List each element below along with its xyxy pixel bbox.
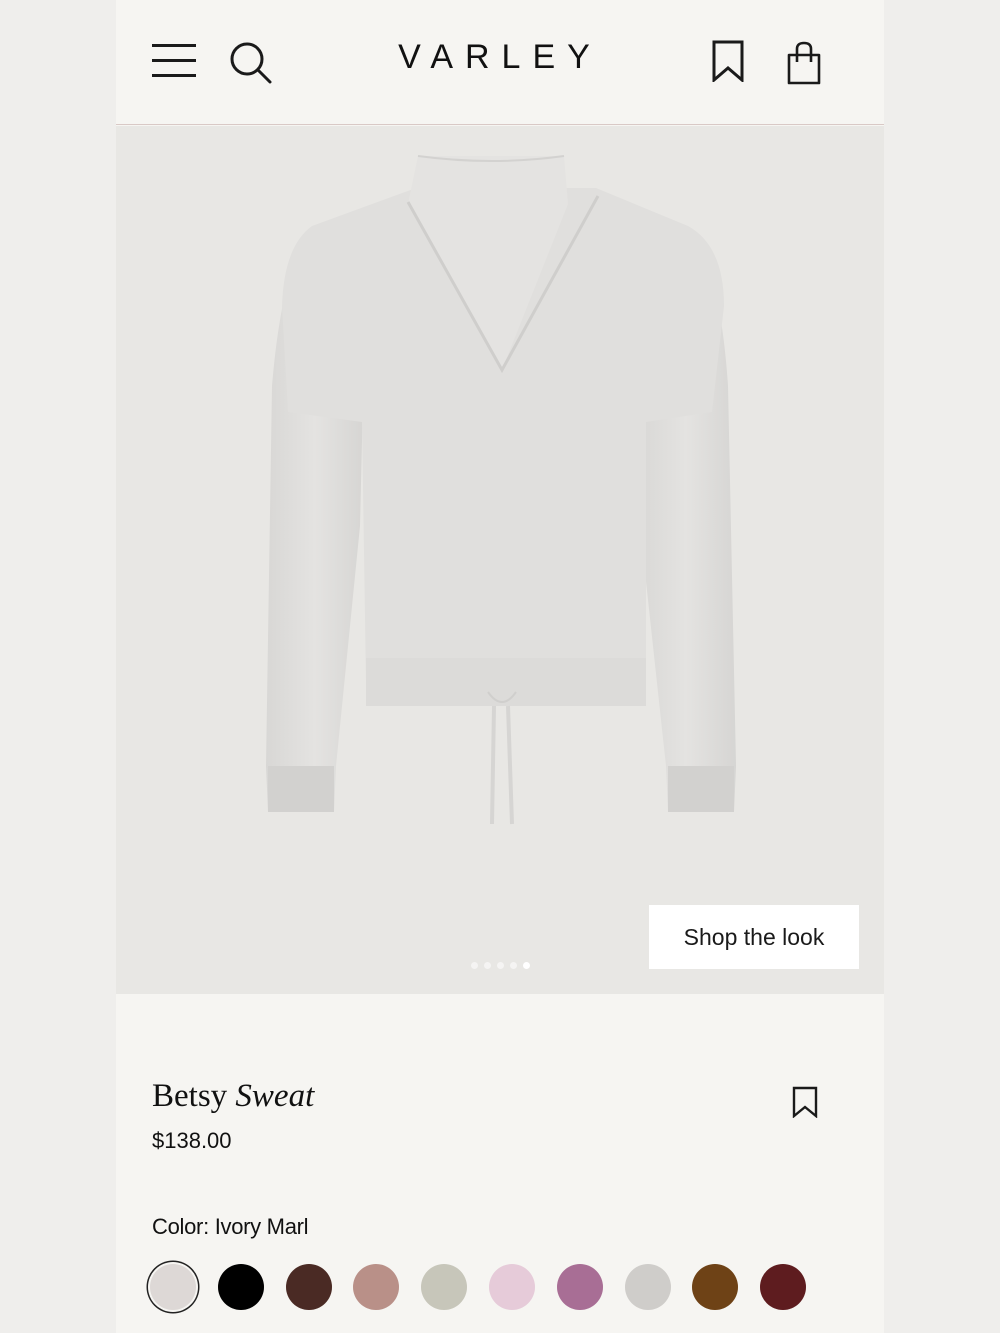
carousel-indicator (116, 962, 884, 969)
bookmark-icon[interactable] (712, 40, 744, 84)
carousel-dot-active[interactable] (522, 962, 530, 969)
color-swatch[interactable] (760, 1264, 807, 1310)
carousel-dot[interactable] (470, 962, 478, 969)
product-page: VARLEY Shop the look Betsy Sweat $138.00… (116, 0, 884, 1333)
color-swatch[interactable] (624, 1264, 671, 1310)
color-swatch[interactable] (217, 1264, 264, 1310)
carousel-dot[interactable] (509, 962, 517, 969)
color-swatch[interactable] (150, 1264, 196, 1310)
brand-logo[interactable]: VARLEY (116, 38, 884, 77)
shopping-bag-icon[interactable] (786, 40, 822, 86)
product-price: $138.00 (152, 1128, 232, 1153)
product-name-regular: Betsy (152, 1078, 228, 1114)
color-label: Color: Ivory Marl (152, 1214, 309, 1239)
carousel-dot[interactable] (496, 962, 504, 969)
color-swatch[interactable] (692, 1264, 739, 1310)
shop-the-look-button[interactable]: Shop the look (649, 905, 859, 969)
carousel-dot[interactable] (483, 962, 491, 969)
save-bookmark-icon[interactable] (792, 1086, 818, 1119)
product-name-italic: Sweat (235, 1078, 315, 1114)
product-info: Betsy Sweat $138.00 Color: Ivory Marl (116, 994, 884, 1333)
product-image (266, 155, 736, 825)
color-swatch[interactable] (556, 1264, 603, 1310)
color-swatch[interactable] (285, 1264, 332, 1310)
color-swatch[interactable] (489, 1264, 535, 1310)
color-swatch[interactable] (353, 1264, 400, 1310)
product-title: Betsy Sweat (152, 1078, 314, 1115)
product-image-gallery[interactable]: Shop the look (116, 126, 884, 994)
site-header: VARLEY (116, 0, 884, 125)
color-swatch[interactable] (421, 1264, 468, 1310)
